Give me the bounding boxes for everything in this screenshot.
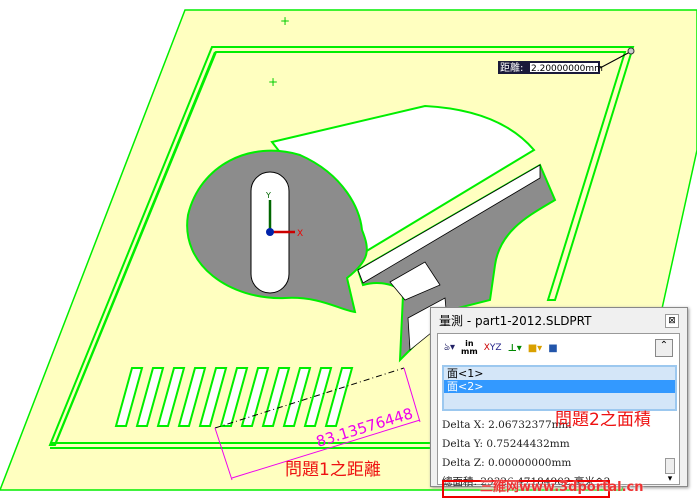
units-button[interactable]: in mm xyxy=(461,340,478,356)
distance-label: 距離: xyxy=(500,61,523,74)
collapse-button[interactable]: ⌃ xyxy=(655,339,673,357)
dialog-title: 量測 - part1-2012.SLDPRT xyxy=(439,314,592,328)
axis-y-label: Y xyxy=(265,191,271,200)
scrollbar[interactable]: ▾ xyxy=(665,458,675,488)
svg-text:+: + xyxy=(280,14,290,28)
toolbar: ঌ▾ in mm XYZ ⊥▾ ■▾ ■ ⌃ xyxy=(438,334,679,362)
coordinate-system-icon[interactable]: ⊥▾ xyxy=(508,343,522,354)
annotation-q1: 問題1之距離 xyxy=(285,460,381,480)
distance-value: 2.20000000mm xyxy=(531,64,603,74)
close-button[interactable]: ⊠ xyxy=(665,314,679,328)
folder-icon[interactable]: ■▾ xyxy=(528,343,542,354)
annotation-q2: 問題2之面積 xyxy=(555,410,651,430)
selection-item[interactable]: 面<2> xyxy=(444,380,675,393)
xyz-icon[interactable]: XYZ xyxy=(484,343,502,353)
selection-item[interactable]: 面<1> xyxy=(444,367,675,380)
arc-options-icon[interactable]: ঌ▾ xyxy=(444,340,455,357)
delta-z: Delta Z: 0.00000000mm xyxy=(442,457,572,469)
measure-dialog: 量測 - part1-2012.SLDPRT ⊠ ঌ▾ in mm XYZ ⊥▾ … xyxy=(430,307,688,498)
axis-x-label: X xyxy=(297,229,303,239)
save-icon[interactable]: ■ xyxy=(548,343,557,354)
svg-text:+: + xyxy=(268,75,278,89)
delta-y: Delta Y: 0.75244432mm xyxy=(442,438,570,450)
watermark: 三維网www.3dportal.cn xyxy=(480,480,644,495)
